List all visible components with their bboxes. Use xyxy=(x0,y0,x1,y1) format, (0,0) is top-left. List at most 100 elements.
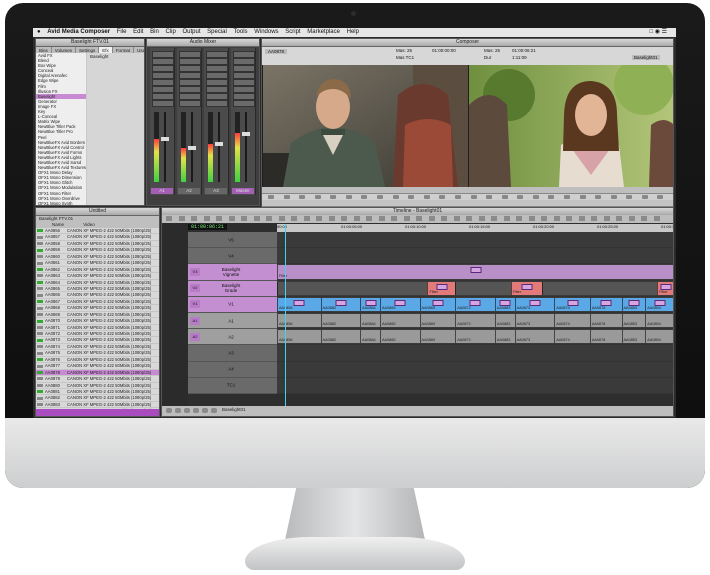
timeline-tool-button[interactable] xyxy=(316,216,322,221)
timeline-segment[interactable]: AA0874 xyxy=(554,330,590,344)
timeline-segment[interactable]: AA0878 xyxy=(589,330,622,344)
timeline-tool-button[interactable] xyxy=(453,216,460,221)
timeline-segment[interactable]: AA0882 xyxy=(320,297,361,311)
transport-button[interactable] xyxy=(268,195,274,199)
timeline-tool-button[interactable] xyxy=(403,216,410,221)
mixer-button[interactable] xyxy=(179,65,201,72)
track-header[interactable]: A4 xyxy=(188,361,277,378)
menu-clip[interactable]: Clip xyxy=(165,28,175,37)
track-header[interactable]: V3 Baselight Vignette xyxy=(188,264,277,281)
transport-button[interactable] xyxy=(330,195,337,199)
timeline-tool-button[interactable] xyxy=(616,216,622,221)
effect-category[interactable]: OFX1 Mono Synth xyxy=(36,201,86,205)
timeline-footer-button[interactable] xyxy=(193,408,199,413)
source-monitor[interactable] xyxy=(263,65,468,187)
timeline-footer-button[interactable] xyxy=(211,408,217,413)
mixer-button[interactable] xyxy=(179,72,201,79)
mixer-button[interactable] xyxy=(233,51,255,58)
timeline-segment[interactable]: AA0882 xyxy=(320,330,361,344)
track-header[interactable]: V5 xyxy=(188,232,277,249)
menu-special[interactable]: Special xyxy=(207,28,227,37)
mixer-button[interactable] xyxy=(206,79,228,86)
transport-button[interactable] xyxy=(361,195,368,199)
timeline-segment[interactable]: AA0894 xyxy=(645,314,673,328)
transport-button[interactable] xyxy=(283,195,290,199)
timeline-tool-button[interactable] xyxy=(603,216,610,221)
timeline-footer-button[interactable] xyxy=(175,408,181,413)
transport-button[interactable] xyxy=(517,195,524,199)
effect-item[interactable]: Baselight xyxy=(87,53,144,60)
timeline-segment[interactable] xyxy=(277,281,428,295)
timeline-footer-button[interactable] xyxy=(166,408,172,413)
timeline-segment[interactable]: AA0864 xyxy=(360,314,380,328)
transport-button[interactable] xyxy=(641,195,648,199)
track-header[interactable]: A1 A1 xyxy=(188,313,277,330)
mixer-button[interactable] xyxy=(206,100,228,107)
menu-marketplace[interactable]: Marketplace xyxy=(307,28,340,37)
track-lane[interactable] xyxy=(277,361,673,378)
timeline-tool-button[interactable] xyxy=(466,216,472,221)
timeline-segment[interactable]: AA0872 xyxy=(455,330,495,344)
track-patch[interactable]: A1 xyxy=(190,316,200,325)
timeline-segment[interactable]: Filter xyxy=(427,281,456,295)
timeline-segment[interactable]: AA0883 xyxy=(494,330,515,344)
transport-button[interactable] xyxy=(392,195,399,199)
mixer-button[interactable] xyxy=(179,86,201,93)
mixer-button[interactable] xyxy=(152,86,174,93)
track-header[interactable]: A3 xyxy=(188,345,277,362)
menu-script[interactable]: Script xyxy=(285,28,300,37)
timeline-segment[interactable]: Filter xyxy=(277,265,673,279)
transport-button[interactable] xyxy=(439,195,446,199)
timeline-segment[interactable]: AA0865 xyxy=(379,297,420,311)
mixer-button[interactable] xyxy=(206,86,228,93)
timeline-tool-button[interactable] xyxy=(628,216,635,221)
mixer-button[interactable] xyxy=(206,72,228,79)
mixer-button[interactable] xyxy=(233,100,255,107)
effect-category[interactable]: OFX1 Mono Overdrive xyxy=(36,196,86,201)
timeline-segment[interactable]: AA0853 xyxy=(621,330,646,344)
timeline-tool-button[interactable] xyxy=(278,216,285,221)
timeline-segment[interactable]: AA0872 xyxy=(455,314,495,328)
timeline-segment[interactable]: AA0878 xyxy=(589,314,622,328)
mixer-button[interactable] xyxy=(152,58,174,65)
transport-button[interactable] xyxy=(486,195,493,199)
fader-knob[interactable] xyxy=(161,137,169,142)
track-lane[interactable]: AA0856AA0882 AA0864 AA0865 AA0869 AA0872 AA08… xyxy=(277,329,673,346)
transport-button[interactable] xyxy=(563,195,570,199)
channel-label[interactable]: Master xyxy=(232,188,254,194)
mixer-button[interactable] xyxy=(179,93,201,100)
transport-button[interactable] xyxy=(345,195,352,199)
timeline-segment[interactable] xyxy=(542,281,658,295)
timeline-tool-button[interactable] xyxy=(166,216,172,221)
mixer-button[interactable] xyxy=(179,58,201,65)
transport-button[interactable] xyxy=(423,195,430,199)
timeline-tool-button[interactable] xyxy=(253,216,260,221)
mixer-button[interactable] xyxy=(152,93,174,100)
mixer-button[interactable] xyxy=(206,51,228,58)
mixer-button[interactable] xyxy=(152,100,174,107)
position-bar[interactable] xyxy=(262,187,673,194)
timeline-segment[interactable]: AA0865 xyxy=(379,330,420,344)
timeline-tool-button[interactable] xyxy=(416,216,422,221)
track-lane[interactable] xyxy=(277,232,673,249)
fader-knob[interactable] xyxy=(188,146,196,151)
track-lane[interactable] xyxy=(277,377,673,394)
transport-button[interactable] xyxy=(454,195,461,199)
track-lane[interactable]: AA0856AA0882 AA0864 AA0865 AA0869 AA0872 AA08… xyxy=(277,313,673,330)
mixer-button[interactable] xyxy=(233,72,255,79)
timeline-segment[interactable]: AA0864 xyxy=(360,330,380,344)
timeline-segment[interactable]: AA0878 xyxy=(589,297,622,311)
mixer-button[interactable] xyxy=(206,58,228,65)
record-monitor[interactable] xyxy=(469,65,673,187)
transport-button[interactable] xyxy=(595,195,602,199)
timeline-tool-button[interactable] xyxy=(428,216,435,221)
timeline-segment[interactable]: AA0894 xyxy=(645,297,673,311)
track-lane[interactable] xyxy=(277,248,673,265)
timeline-segment[interactable]: AA0894 xyxy=(645,330,673,344)
timeline-segment[interactable]: AA0872 xyxy=(455,297,495,311)
mixer-button[interactable] xyxy=(206,93,228,100)
timeline-tool-button[interactable] xyxy=(491,216,497,221)
timeline-footer-button[interactable] xyxy=(184,408,190,413)
timeline-tool-button[interactable] xyxy=(291,216,297,221)
transport-button[interactable] xyxy=(501,195,508,199)
